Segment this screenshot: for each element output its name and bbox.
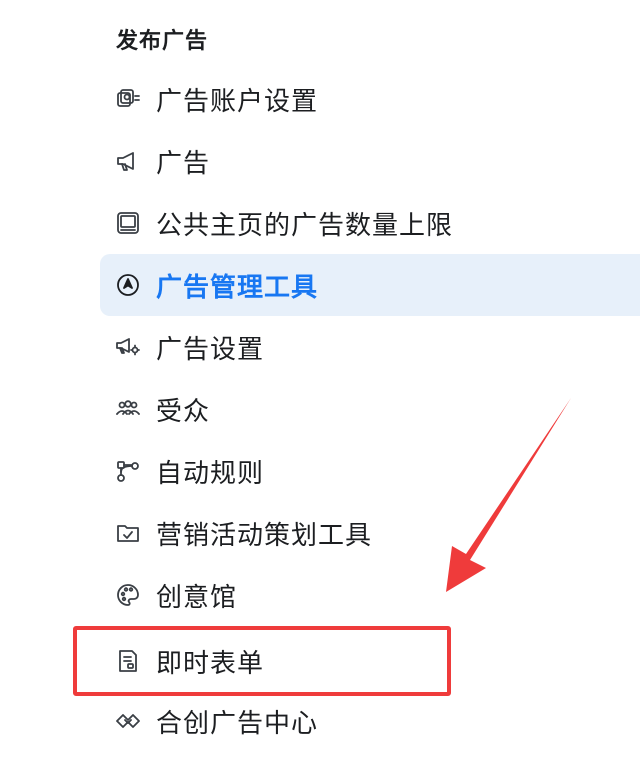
section-title: 发布广告 [116,29,209,54]
menu-item-label: 公共主页的广告数量上限 [156,210,454,241]
menu-item-label: 广告账户设置 [156,86,319,117]
folder-check-icon [114,519,142,547]
menu-item-page-ad-limit[interactable]: 公共主页的广告数量上限 [100,192,640,254]
menu-item-ads-manager[interactable]: 广告管理工具 [100,254,640,316]
menu-item-label: 受众 [156,396,211,427]
menu-item-ad-settings[interactable]: 广告设置 [100,316,640,378]
menu-item-label: 营销活动策划工具 [156,520,373,551]
ad-account-settings-icon [114,85,142,113]
menu-item-creative-hub[interactable]: 创意馆 [100,564,640,626]
megaphone-gear-icon [114,333,142,361]
menu-item-automated-rules[interactable]: 自动规则 [100,440,640,502]
menu-item-campaign-planner[interactable]: 营销活动策划工具 [100,502,640,564]
menu-item-label: 广告 [156,148,211,179]
handshake-icon [114,707,142,735]
menu-item-ad-account-settings[interactable]: 广告账户设置 [100,68,640,130]
palette-icon [114,581,142,609]
menu-item-ads[interactable]: 广告 [100,130,640,192]
menu-item-label: 广告设置 [156,334,265,365]
menu-item-label: 广告管理工具 [156,272,319,303]
automated-rules-icon [114,457,142,485]
menu-item-label: 创意馆 [156,582,238,613]
menu-item-label: 自动规则 [156,458,265,489]
menu-item-audiences[interactable]: 受众 [100,378,640,440]
annotation-highlight-box [73,626,451,696]
ads-manager-icon [114,271,142,299]
ads-sidebar-panel: 发布广告 广告账户设置 广告 公共主页的广告数量上限 广告管理工具 广告设置 受… [0,0,640,759]
menu-item-partnership-ads-hub[interactable]: 合创广告中心 [100,690,640,752]
audience-icon [114,395,142,423]
page-limit-icon [114,209,142,237]
menu-item-label: 合创广告中心 [156,708,319,739]
megaphone-icon [114,147,142,175]
